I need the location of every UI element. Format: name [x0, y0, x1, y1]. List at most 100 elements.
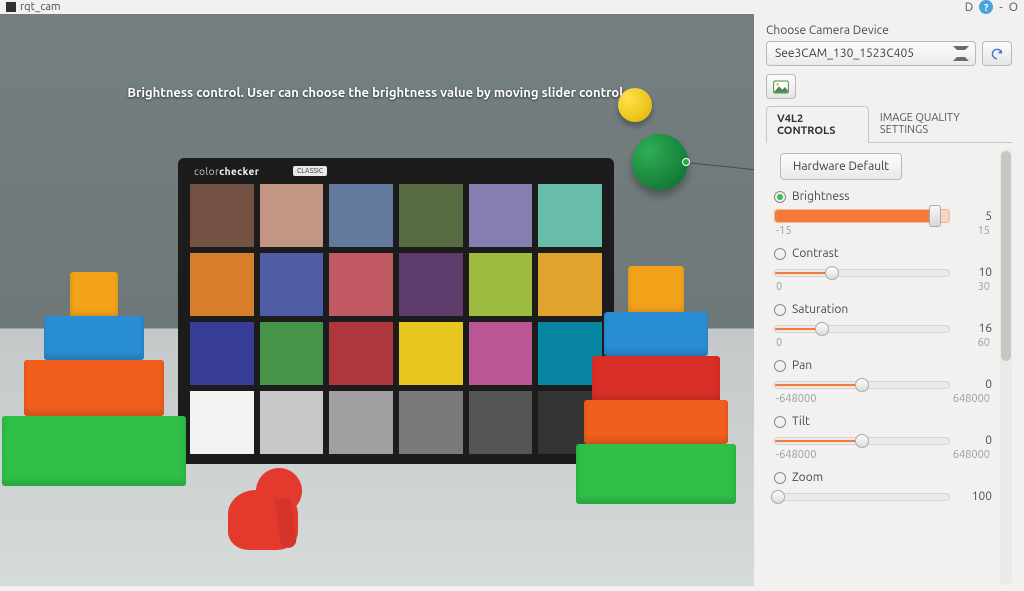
slider-pan[interactable]: [774, 381, 950, 389]
max-saturation: 60: [978, 337, 990, 349]
value-tilt: 0: [958, 434, 992, 447]
colorchecker-card: colorchecker CLASSIC: [178, 158, 614, 464]
swatch: [190, 253, 254, 316]
radio-brightness[interactable]: [774, 191, 786, 203]
controls-scroll-area: Hardware Default Brightness 5 -15 15 Contras…: [766, 143, 998, 591]
swatch: [260, 322, 324, 385]
prop-yellow-pin: [618, 88, 652, 122]
radio-pan[interactable]: [774, 360, 786, 372]
control-pan: Pan 0 -648000 648000: [774, 359, 992, 405]
label-contrast: Contrast: [792, 247, 839, 260]
slider-knob-zoom[interactable]: [771, 490, 785, 504]
annotation-lead-line: [686, 162, 754, 172]
value-brightness: 5: [958, 210, 992, 223]
refresh-button[interactable]: [982, 41, 1012, 66]
label-tilt: Tilt: [792, 415, 810, 428]
swatch: [190, 184, 254, 247]
min-brightness: -15: [776, 225, 792, 237]
slider-knob-pan[interactable]: [855, 378, 869, 392]
colorchecker-tag: CLASSIC: [293, 166, 327, 176]
max-contrast: 30: [978, 281, 990, 293]
tab-v4l2-controls[interactable]: V4L2 CONTROLS: [766, 106, 869, 143]
camera-preview: Brightness control. User can choose the …: [0, 14, 754, 586]
radio-contrast[interactable]: [774, 248, 786, 260]
min-saturation: 0: [776, 337, 782, 349]
max-tilt: 648000: [953, 449, 990, 461]
value-saturation: 16: [958, 322, 992, 335]
swatch: [538, 253, 602, 316]
value-zoom: 100: [958, 490, 992, 503]
tab-image-quality-settings[interactable]: IMAGE QUALITY SETTINGS: [869, 105, 1012, 142]
scrollbar[interactable]: [1000, 149, 1012, 585]
swatch: [260, 391, 324, 454]
swatch: [469, 253, 533, 316]
swatch: [469, 184, 533, 247]
titlebar-d[interactable]: D: [965, 1, 973, 14]
max-pan: 648000: [953, 393, 990, 405]
choose-device-label: Choose Camera Device: [766, 24, 1012, 37]
min-pan: -648000: [776, 393, 816, 405]
label-brightness: Brightness: [792, 190, 849, 203]
swatch: [329, 184, 393, 247]
value-contrast: 10: [958, 266, 992, 279]
prop-elephant: [218, 450, 308, 570]
swatch: [329, 253, 393, 316]
app-icon: [6, 2, 16, 12]
device-select[interactable]: See3CAM_130_1523C405: [766, 41, 976, 66]
radio-saturation[interactable]: [774, 304, 786, 316]
hardware-default-button[interactable]: Hardware Default: [780, 153, 902, 180]
refresh-icon: [990, 47, 1004, 61]
swatch: [190, 391, 254, 454]
value-pan: 0: [958, 378, 992, 391]
min-tilt: -648000: [776, 449, 816, 461]
window-title: rqt_cam: [20, 1, 61, 13]
swatch: [260, 184, 324, 247]
colorchecker-swatches: [190, 184, 602, 454]
prop-green-pin: [632, 134, 688, 190]
control-contrast: Contrast 10 0 30: [774, 247, 992, 293]
swatch: [399, 322, 463, 385]
swatch: [469, 322, 533, 385]
tabs: V4L2 CONTROLS IMAGE QUALITY SETTINGS: [766, 105, 1012, 143]
min-contrast: 0: [776, 281, 782, 293]
colorchecker-brand: colorchecker: [194, 166, 259, 177]
device-select-value: See3CAM_130_1523C405: [775, 47, 914, 60]
swatch: [538, 184, 602, 247]
slider-zoom[interactable]: [774, 493, 950, 501]
label-pan: Pan: [792, 359, 812, 372]
titlebar-dash[interactable]: -: [999, 1, 1002, 14]
label-saturation: Saturation: [792, 303, 848, 316]
control-panel: Choose Camera Device See3CAM_130_1523C40…: [754, 14, 1024, 586]
titlebar-right: D ? - O: [965, 0, 1018, 14]
label-zoom: Zoom: [792, 471, 823, 484]
slider-tilt[interactable]: [774, 437, 950, 445]
titlebar: rqt_cam D ? - O: [0, 0, 1024, 14]
slider-knob-tilt[interactable]: [855, 434, 869, 448]
slider-brightness[interactable]: [774, 209, 950, 223]
control-tilt: Tilt 0 -648000 648000: [774, 415, 992, 461]
scrollbar-thumb[interactable]: [1001, 151, 1011, 361]
slider-knob-contrast[interactable]: [825, 266, 839, 280]
swatch: [329, 391, 393, 454]
swatch: [399, 253, 463, 316]
control-saturation: Saturation 16 0 60: [774, 303, 992, 349]
slider-saturation[interactable]: [774, 325, 950, 333]
max-brightness: 15: [978, 225, 990, 237]
slider-knob-saturation[interactable]: [815, 322, 829, 336]
swatch: [469, 391, 533, 454]
titlebar-o[interactable]: O: [1009, 1, 1018, 14]
slider-knob-brightness[interactable]: [929, 205, 941, 227]
control-zoom: Zoom 100: [774, 471, 992, 503]
radio-zoom[interactable]: [774, 472, 786, 484]
capture-button[interactable]: [766, 74, 796, 99]
slider-contrast[interactable]: [774, 269, 950, 277]
swatch: [190, 322, 254, 385]
swatch: [399, 184, 463, 247]
picture-icon: [773, 80, 789, 94]
swatch: [329, 322, 393, 385]
control-brightness: Brightness 5 -15 15: [774, 190, 992, 237]
radio-tilt[interactable]: [774, 416, 786, 428]
help-icon[interactable]: ?: [979, 0, 993, 14]
annotation-lead-dot: [682, 158, 690, 166]
swatch: [399, 391, 463, 454]
